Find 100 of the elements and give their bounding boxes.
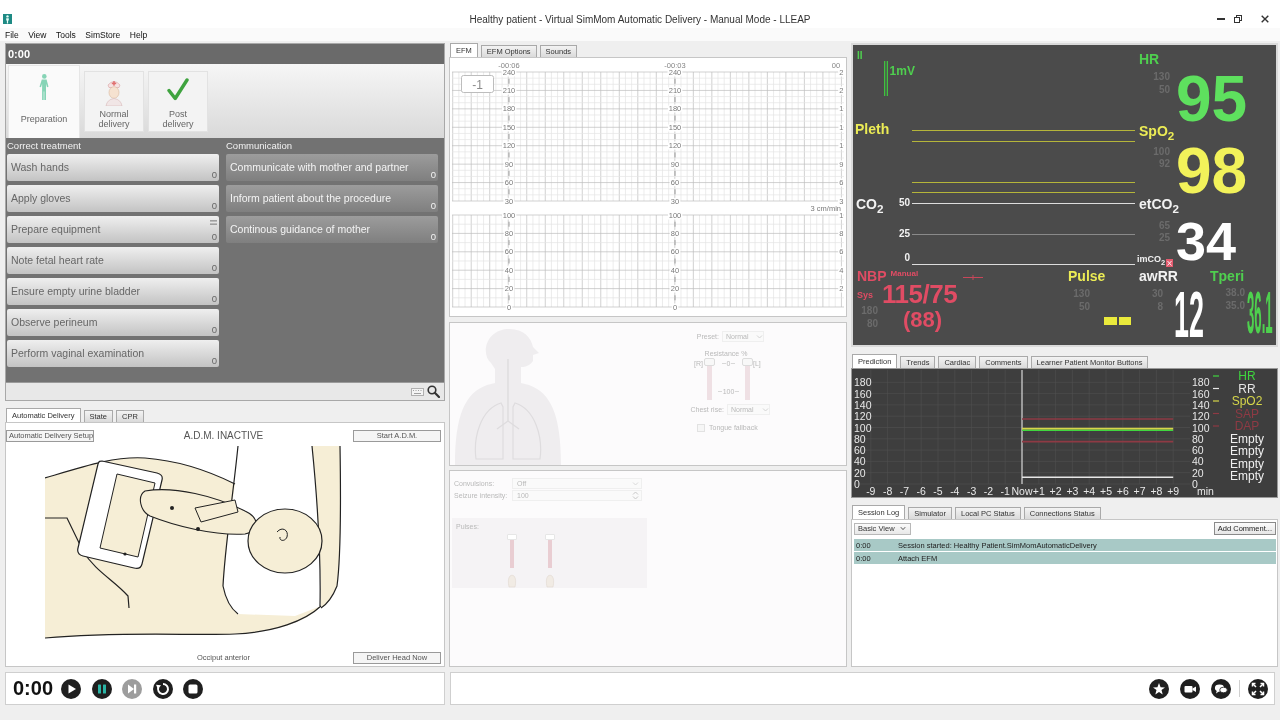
axis-tick-label: 40 [1192,455,1204,468]
axis-tick-label: 100 [854,421,872,434]
event-count: 0 [211,356,217,366]
axis-tick-label: 160 [854,387,872,400]
temperature-value: 36.1 [1247,283,1273,343]
etco2-value: 34 [1176,214,1237,268]
axis-tick-label: +6 [1116,485,1129,497]
legend-label: Empty [1230,431,1264,446]
axis-tick-label: 60 [1192,444,1204,457]
treatment-button[interactable]: Continous guidance of mother 0 [226,216,438,243]
legend-label: HR [1238,369,1256,383]
stop-icon[interactable] [183,678,204,699]
axis-tick-label: -4 [950,485,960,497]
chat-icon[interactable] [1211,678,1231,699]
event-count: 0 [211,263,217,273]
treatment-label: Continous guidance of mother [230,222,371,237]
nbp-label: NBP [857,269,887,283]
co2-label: CO$_{2}$ [855,197,885,216]
axis-tick-label: -2 [983,485,994,497]
pause-icon[interactable] [91,678,112,699]
axis-tick-label: 180 [1192,376,1210,389]
menu-item[interactable]: Tools [53,28,79,41]
axis-tick-label: -7 [899,485,910,497]
calibration-bar-icon [883,61,888,96]
pleth-label: Pleth [854,122,891,136]
treatment-label: Wash hands [11,160,69,175]
treatment-button[interactable]: Perform vaginal examination 0 [7,340,219,367]
mean-pressure-value: (88) [903,309,943,331]
treatment-button[interactable]: Inform patient about the procedure 0 [226,185,438,212]
search-icon [427,385,440,398]
spinner-arrows-icon [632,491,639,500]
axis-tick-label: -5 [933,485,943,497]
caret-icon [632,480,639,487]
phase-tab[interactable]: Preparation [8,65,80,138]
caret-icon [899,526,906,531]
play-icon[interactable] [61,678,82,699]
treatment-button[interactable]: Observe perineum 0 [7,309,219,336]
app-icon [3,14,12,24]
axis-tick-label: 140 [1192,398,1210,411]
menu-item[interactable]: Help [126,28,151,41]
treatment-button[interactable]: Ensure empty urine bladder 0 [7,278,219,305]
axis-tick-label: +3 [1066,485,1079,497]
elapsed-time: 0:00 [6,44,444,64]
axis-tick-label: 120 [1192,410,1210,423]
treatment-button[interactable]: Communicate with mother and partner 0 [226,154,438,181]
treatment-label: Ensure empty urine bladder [11,284,140,299]
axis-tick-label: 20 [1192,466,1204,479]
treatment-button[interactable]: Apply gloves 0 [7,185,219,212]
axis-tick-label: 100 [1192,421,1210,434]
section-heading: Correct treatment [7,139,82,153]
axis-tick-label: 20 [854,466,866,479]
legend-label: Empty [1230,444,1264,458]
axis-tick-label: Now [1011,485,1033,497]
axis-tick-label: 80 [1192,432,1204,445]
pulse-label: Pulse [1068,269,1106,283]
etco2-label: etCO$_{2}$ [1139,197,1179,216]
phase-tab[interactable]: Normal delivery [84,70,144,132]
axis-tick-label: 160 [1192,387,1210,400]
treatment-label: Inform patient about the procedure [230,191,392,206]
legend-label: Empty [1230,469,1264,483]
axis-tick-label: 0 [854,478,860,490]
event-count: 0 [211,201,217,211]
person-icon [39,74,49,100]
awrr-label: awRR [1139,269,1178,283]
event-marker: -1 [461,75,494,93]
event-count: 0 [211,294,217,304]
restore-icon[interactable] [1234,15,1242,23]
menu-item[interactable]: File [2,28,22,41]
treatment-label: Communicate with mother and partner [230,160,409,175]
co2-scale-label: 0 [904,252,910,264]
legend-label: DAP [1234,419,1260,433]
treatment-button[interactable]: Wash hands 0 [7,154,219,181]
close-icon[interactable] [1261,15,1269,23]
phase-tab[interactable]: Post delivery [148,70,208,132]
axis-title: min [1197,485,1214,497]
imco2-label: imCO$_{2}$ [1137,255,1166,267]
ecg-scale-label: 1mV [889,65,915,77]
hr-label: HR [1139,52,1160,66]
event-count: 0 [211,325,217,335]
menu-item[interactable]: View [25,28,50,41]
search-field[interactable] [6,382,444,400]
nbp-mode-label: Manual [890,270,919,278]
video-camera-icon[interactable] [1180,678,1200,699]
treatment-button[interactable]: Note fetal heart rate 0 [7,247,219,274]
tperi-label: Tperi [1210,269,1245,283]
blood-pressure-value: 115/75 [882,283,958,305]
treatment-label: Note fetal heart rate [11,253,104,268]
axis-tick-label: 180 [854,376,872,389]
axis-tick-label: +9 [1167,485,1180,497]
treatment-button[interactable]: Prepare equipment 0 [7,216,219,243]
restart-icon[interactable] [152,678,173,699]
axis-tick-label: 140 [854,398,872,411]
axis-tick-label: 120 [854,410,872,423]
sys-label: Sys [857,291,874,300]
co2-scale-label: 50 [898,197,910,209]
spo2-label: SpO$_{2}$ [1139,124,1175,143]
menu-item[interactable]: SimStore [82,28,124,41]
fullscreen-icon[interactable] [1248,678,1268,699]
treatment-label: Observe perineum [11,315,98,330]
event-count: 0 [430,201,436,211]
